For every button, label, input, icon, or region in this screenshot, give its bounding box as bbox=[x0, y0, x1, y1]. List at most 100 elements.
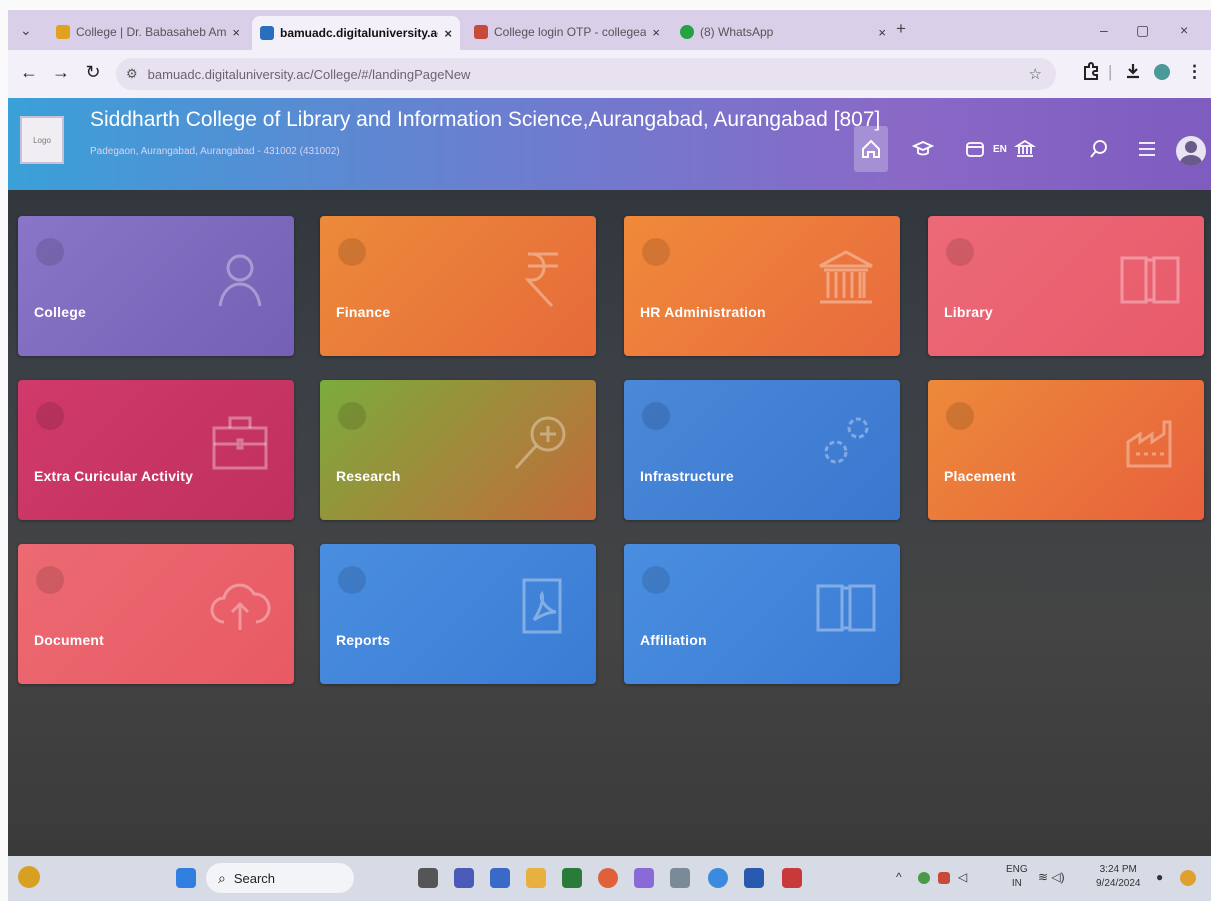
network-volume-icon[interactable]: ≋ ◁) bbox=[1038, 870, 1065, 884]
calculator-icon[interactable] bbox=[670, 868, 690, 888]
tile-extra-curricular-activity[interactable]: Extra Curicular Activity bbox=[18, 380, 294, 520]
minimize-button[interactable]: – bbox=[1100, 22, 1108, 38]
system-clock[interactable]: 3:24 PM 9/24/2024 bbox=[1096, 863, 1141, 891]
firefox-icon[interactable] bbox=[598, 868, 618, 888]
tile-dot bbox=[36, 402, 64, 430]
menu-icon[interactable] bbox=[1130, 132, 1164, 166]
landing-page: Logo Siddharth College of Library and In… bbox=[8, 98, 1211, 856]
search-icon[interactable] bbox=[1082, 132, 1116, 166]
tile-dot bbox=[36, 238, 64, 266]
tile-document[interactable]: Document bbox=[18, 544, 294, 684]
user-icon bbox=[208, 246, 272, 310]
copilot-icon[interactable] bbox=[1180, 870, 1196, 886]
tab-title: College | Dr. Babasaheb Ambe bbox=[76, 25, 227, 39]
college-logo: Logo bbox=[20, 116, 64, 164]
excel-icon[interactable] bbox=[562, 868, 582, 888]
graduation-cap-icon[interactable] bbox=[906, 132, 940, 166]
tab-college-bamu[interactable]: College | Dr. Babasaheb Ambe × bbox=[48, 18, 248, 46]
whatsapp-favicon-icon bbox=[680, 25, 694, 39]
gmail-favicon-icon bbox=[474, 25, 488, 39]
star-icon[interactable]: ☆ bbox=[1029, 65, 1042, 83]
toolbar-divider: | bbox=[1108, 62, 1113, 81]
reload-button[interactable]: ↻ bbox=[82, 62, 104, 83]
tile-dot bbox=[946, 402, 974, 430]
zoom-in-icon bbox=[510, 410, 574, 474]
tile-dot bbox=[338, 238, 366, 266]
tile-label: Placement bbox=[944, 468, 1016, 484]
clock-time: 3:24 PM bbox=[1099, 864, 1137, 875]
tray-overflow-icon[interactable]: ^ bbox=[896, 870, 902, 884]
lang-code: ENG bbox=[1006, 864, 1028, 875]
tile-dot bbox=[946, 238, 974, 266]
send-icon[interactable]: ◁ bbox=[958, 870, 967, 884]
download-icon[interactable] bbox=[1124, 62, 1142, 85]
acrobat-icon[interactable] bbox=[782, 868, 802, 888]
tile-label: HR Administration bbox=[640, 304, 766, 320]
tile-dot bbox=[642, 402, 670, 430]
college-address: Padegaon, Aurangabad, Aurangabad - 43100… bbox=[90, 146, 340, 157]
tile-label: Affiliation bbox=[640, 632, 707, 648]
tune-icon[interactable]: ⚙ bbox=[126, 66, 138, 82]
close-window-button[interactable]: × bbox=[1180, 22, 1188, 38]
close-tab-icon[interactable]: × bbox=[232, 25, 240, 40]
tab-bamuadc-active[interactable]: bamuadc.digitaluniversity.ac/C × bbox=[252, 16, 460, 50]
back-button[interactable]: ← bbox=[18, 62, 40, 83]
close-tab-icon[interactable]: × bbox=[444, 26, 452, 41]
weather-icon[interactable] bbox=[18, 866, 40, 888]
folder-icon[interactable] bbox=[958, 132, 992, 166]
tile-college[interactable]: College bbox=[18, 216, 294, 356]
tab-gmail-otp[interactable]: College login OTP - collegeac × bbox=[466, 18, 668, 46]
tile-affiliation[interactable]: Affiliation bbox=[624, 544, 900, 684]
close-tab-icon[interactable]: × bbox=[878, 25, 886, 40]
home-icon[interactable] bbox=[854, 126, 888, 172]
language-indicator[interactable]: ENG IN bbox=[1006, 863, 1028, 891]
digital-university-favicon-icon bbox=[260, 26, 274, 40]
close-tab-icon[interactable]: × bbox=[652, 25, 660, 40]
profile-icon[interactable] bbox=[1154, 64, 1170, 80]
taskbar-search[interactable]: ⌕ Search bbox=[206, 863, 354, 893]
tile-research[interactable]: Research bbox=[320, 380, 596, 520]
search-label: Search bbox=[233, 870, 276, 886]
bank-icon bbox=[814, 246, 878, 310]
tile-label: Document bbox=[34, 632, 105, 648]
institution-icon[interactable] bbox=[1008, 132, 1042, 166]
tile-library[interactable]: Library bbox=[928, 216, 1204, 356]
avatar[interactable] bbox=[1176, 136, 1206, 166]
app-tray-icon[interactable] bbox=[938, 872, 950, 884]
new-tab-button[interactable]: + bbox=[896, 19, 906, 39]
tile-label: Infrastructure bbox=[640, 468, 734, 484]
language-toggle[interactable]: EN bbox=[993, 144, 1007, 155]
tile-placement[interactable]: Placement bbox=[928, 380, 1204, 520]
tile-finance[interactable]: Finance bbox=[320, 216, 596, 356]
clock-date: 9/24/2024 bbox=[1096, 878, 1141, 889]
college-name: Siddharth College of Library and Informa… bbox=[90, 108, 881, 131]
cloud-upload-icon bbox=[208, 574, 272, 638]
tile-label: Reports bbox=[336, 632, 391, 648]
teams-icon[interactable] bbox=[454, 868, 474, 888]
tab-title: (8) WhatsApp bbox=[700, 25, 774, 39]
file-explorer-icon[interactable] bbox=[526, 868, 546, 888]
store-icon[interactable] bbox=[490, 868, 510, 888]
tab-search-button[interactable]: ⌄ bbox=[20, 22, 32, 39]
kebab-icon[interactable]: ⋮ bbox=[1186, 62, 1203, 82]
maximize-button[interactable]: ▢ bbox=[1136, 22, 1149, 39]
chrome-icon[interactable] bbox=[708, 868, 728, 888]
forward-button[interactable]: → bbox=[50, 62, 72, 83]
word-icon[interactable] bbox=[744, 868, 764, 888]
task-view-icon[interactable] bbox=[418, 868, 438, 888]
vpn-icon[interactable] bbox=[634, 868, 654, 888]
tab-whatsapp[interactable]: (8) WhatsApp × bbox=[672, 18, 894, 46]
notification-bell-icon[interactable]: ● bbox=[1156, 870, 1163, 884]
url-text[interactable]: bamuadc.digitaluniversity.ac/College/#/l… bbox=[148, 67, 471, 82]
tile-infrastructure[interactable]: Infrastructure bbox=[624, 380, 900, 520]
puzzle-icon[interactable] bbox=[1082, 62, 1100, 85]
tile-label: Research bbox=[336, 468, 401, 484]
tile-dot bbox=[338, 566, 366, 594]
tile-hr-administration[interactable]: HR Administration bbox=[624, 216, 900, 356]
tile-reports[interactable]: Reports bbox=[320, 544, 596, 684]
pdf-icon bbox=[510, 574, 574, 638]
address-bar[interactable]: ⚙ bamuadc.digitaluniversity.ac/College/#… bbox=[116, 58, 1056, 90]
windows-start-icon[interactable] bbox=[176, 868, 196, 888]
college-header: Logo Siddharth College of Library and In… bbox=[8, 98, 1211, 190]
chrome-tray-icon[interactable] bbox=[918, 872, 930, 884]
